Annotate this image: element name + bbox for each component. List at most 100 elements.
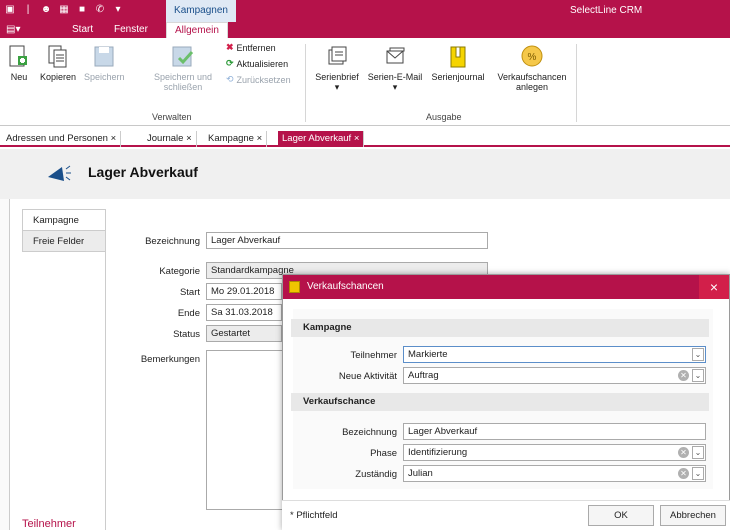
serien-email-label: Serien-E-Mail [367,72,423,82]
dialog-bezeichnung-field[interactable]: Lager Abverkauf [403,423,706,440]
cancel-button[interactable]: Abbrechen [660,505,726,526]
tab-allgemein[interactable]: Allgemein [166,22,228,38]
serienbrief-button[interactable]: Serienbrief ▾ [312,44,362,93]
zustaendig-label: Zuständig [355,469,397,480]
new-button[interactable]: Neu [4,44,34,82]
save-button[interactable]: Speichern [84,44,125,82]
new-document-icon [9,45,27,67]
doc-tab-journale[interactable]: Journale × [143,131,197,147]
group-separator-end [576,44,577,122]
grid-icon[interactable]: ▦ [58,4,70,16]
remove-icon: ✖ [226,42,234,52]
serienbrief-dropdown-icon[interactable]: ▾ [312,82,362,93]
dialog-bezeichnung-label: Bezeichnung [342,427,397,438]
copy-icon [48,45,67,68]
clear-icon[interactable]: ✕ [678,370,689,381]
teilnehmer-label: Teilnehmer [350,350,397,361]
ok-button[interactable]: OK [588,505,654,526]
remove-label: Entfernen [236,42,276,53]
megaphone-icon [48,165,71,181]
doc-tab-lager-abverkauf[interactable]: Lager Abverkauf × [278,131,365,147]
svg-text:%: % [528,52,537,63]
page-title: Lager Abverkauf [88,164,198,180]
tab-start[interactable]: Start [72,22,93,38]
verkaufschancen-button[interactable]: % Verkaufschancen anlegen [494,44,570,92]
save-close-button[interactable]: Speichern und schließen [150,44,216,92]
doc-tab-kampagne[interactable]: Kampagne × [204,131,268,147]
bezeichnung-field[interactable]: Lager Abverkauf [206,232,488,249]
clear-icon[interactable]: ✕ [678,468,689,479]
group-ausgabe-label: Ausgabe [426,112,462,122]
context-tab-kampagnen: Kampagnen [166,0,236,22]
verkaufschancen-dialog: Verkaufschancen × Kampagne Verkaufschanc… [282,274,730,530]
separator-icon: | [26,4,30,15]
teilnehmer-value: Markierte [408,349,448,360]
reset-button[interactable]: ⟲ Zurücksetzen [226,74,291,85]
note-icon[interactable]: ■ [76,4,88,16]
phase-label: Phase [370,448,397,459]
group-verwalten-label: Verwalten [152,112,192,122]
verkaufschancen-label-1: Verkaufschancen [497,72,567,82]
doc-tab-label: Lager Abverkauf [282,133,352,144]
zustaendig-select[interactable]: Julian ✕ ⌄ [403,465,706,482]
neue-aktivitaet-select[interactable]: Auftrag ✕ ⌄ [403,367,706,384]
serien-email-button[interactable]: Serien-E-Mail ▾ [366,44,424,93]
serienjournal-button[interactable]: Serienjournal [428,44,488,82]
doc-tab-adressen[interactable]: Adressen und Personen × [2,131,122,147]
file-menu-icon[interactable]: ▤▾ [6,22,20,38]
qat-dropdown-icon[interactable]: ▾ [112,4,124,16]
verkaufschancen-label-2: anlegen [515,82,549,92]
app-title: SelectLine CRM [570,5,643,16]
phone-icon[interactable]: ✆ [94,4,106,16]
refresh-label: Aktualisieren [236,58,289,69]
teilnehmer-heading: Teilnehmer [22,518,76,530]
status-field[interactable]: Gestartet [206,325,282,342]
phase-value: Identifizierung [408,447,468,458]
save-close-icon [172,46,194,67]
doc-tab-label: Adressen und Personen [6,133,108,144]
save-label: Speichern [84,72,125,82]
copy-label: Kopieren [39,72,77,82]
new-label: Neu [10,72,28,82]
nav-item-freie-felder[interactable]: Freie Felder [22,230,105,252]
start-date-field[interactable]: Mo 29.01.2018 [206,283,282,300]
clear-icon[interactable]: ✕ [678,447,689,458]
reset-label: Zurücksetzen [236,74,291,85]
remove-button[interactable]: ✖ Entfernen [226,42,276,53]
chevron-down-icon[interactable]: ⌄ [692,348,704,361]
ribbon: Neu Kopieren Speichern Speichern und sch… [0,38,730,126]
neue-aktivitaet-label: Neue Aktivität [338,371,397,382]
phase-select[interactable]: Identifizierung ✕ ⌄ [403,444,706,461]
document-tabs: Adressen und Personen × Journale × Kampa… [0,131,730,147]
section-kampagne: Kampagne [291,319,709,337]
save-close-label-2: schließen [163,82,203,92]
ende-date-field[interactable]: Sa 31.03.2018 [206,304,282,321]
chevron-down-icon[interactable]: ⌄ [692,467,704,480]
nav-item-kampagne[interactable]: Kampagne [22,209,105,231]
refresh-button[interactable]: ⟳ Aktualisieren [226,58,288,69]
percent-coin-icon: % [521,45,543,67]
app-menu-icon[interactable]: ▣ [4,4,16,16]
people-icon[interactable]: ☻ [40,4,52,16]
close-icon[interactable]: × [354,133,360,144]
copy-button[interactable]: Kopieren [36,44,80,82]
save-icon [94,46,114,67]
tab-fenster[interactable]: Fenster [114,22,148,38]
dialog-close-button[interactable]: × [699,275,729,299]
close-icon[interactable]: × [257,133,263,144]
title-bar: ▣ | ☻ ▦ ■ ✆ ▾ Kampagnen SelectLine CRM [0,0,730,22]
start-label: Start [179,287,200,298]
teilnehmer-select[interactable]: Markierte ⌄ [403,346,706,363]
zustaendig-value: Julian [408,468,433,479]
kategorie-label: Kategorie [159,266,200,277]
close-icon[interactable]: × [186,133,192,144]
status-label: Status [173,329,200,340]
chevron-down-icon[interactable]: ⌄ [692,369,704,382]
dialog-footer: * Pflichtfeld OK Abbrechen [282,500,730,530]
reset-icon: ⟲ [226,74,234,84]
chevron-down-icon[interactable]: ⌄ [692,446,704,459]
group-separator [305,44,306,122]
serien-email-dropdown-icon[interactable]: ▾ [366,82,424,93]
close-icon[interactable]: × [111,133,117,144]
serienbrief-label: Serienbrief [315,72,359,82]
